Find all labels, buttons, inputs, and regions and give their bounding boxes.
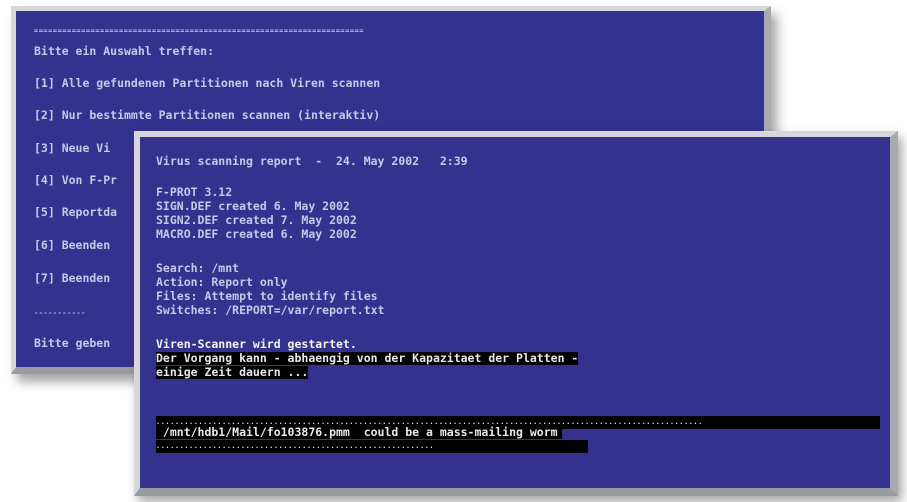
selection-prompt: Bitte ein Auswahl treffen: bbox=[34, 44, 215, 58]
report-header: Virus scanning report - 24. May 2002 2:3… bbox=[156, 154, 468, 168]
duration-warning-line-1: Der Vorgang kann - abhaengig von der Kap… bbox=[156, 351, 579, 365]
menu-item-7[interactable]: [7] Beenden bbox=[34, 272, 110, 285]
fprot-version: F-PROT 3.12 bbox=[156, 185, 233, 199]
menu-item-6[interactable]: [6] Beenden bbox=[34, 239, 110, 252]
signature-line-2: SIGN2.DEF created 7. May 2002 bbox=[156, 213, 357, 227]
signature-line-3: MACRO.DEF created 6. May 2002 bbox=[156, 227, 357, 241]
duration-warning-line-2: einige Zeit dauern ... bbox=[156, 365, 309, 379]
scanner-start-message: Viren-Scanner wird gestartet. bbox=[156, 337, 357, 351]
scan-result-line: /mnt/hdb1/Mail/fo103876.pmm could be a m… bbox=[156, 426, 562, 439]
separator-bottom: ----------- bbox=[34, 309, 86, 317]
param-search: Search: /mnt bbox=[156, 261, 240, 275]
menu-item-4[interactable]: [4] Von F-Pr bbox=[34, 174, 117, 187]
menu-item-2[interactable]: [2] Nur bestimmte Partitionen scannen (i… bbox=[34, 109, 380, 122]
separator-top: ========================================… bbox=[34, 27, 365, 35]
front-terminal-window: Virus scanning report - 24. May 2002 2:3… bbox=[134, 131, 898, 496]
param-files: Files: Attempt to identify files bbox=[156, 289, 378, 303]
param-action: Action: Report only bbox=[156, 275, 288, 289]
menu-item-3[interactable]: [3] Neue Vi bbox=[34, 142, 110, 155]
menu-item-5[interactable]: [5] Reportda bbox=[34, 206, 117, 219]
param-switches: Switches: /REPORT=/var/report.txt bbox=[156, 303, 385, 317]
menu-item-1[interactable]: [1] Alle gefundenen Partitionen nach Vir… bbox=[34, 77, 380, 90]
result-separator-bottom: ........................................… bbox=[156, 440, 588, 453]
input-prompt[interactable]: Bitte geben bbox=[34, 337, 110, 350]
signature-line-1: SIGN.DEF created 6. May 2002 bbox=[156, 199, 350, 213]
